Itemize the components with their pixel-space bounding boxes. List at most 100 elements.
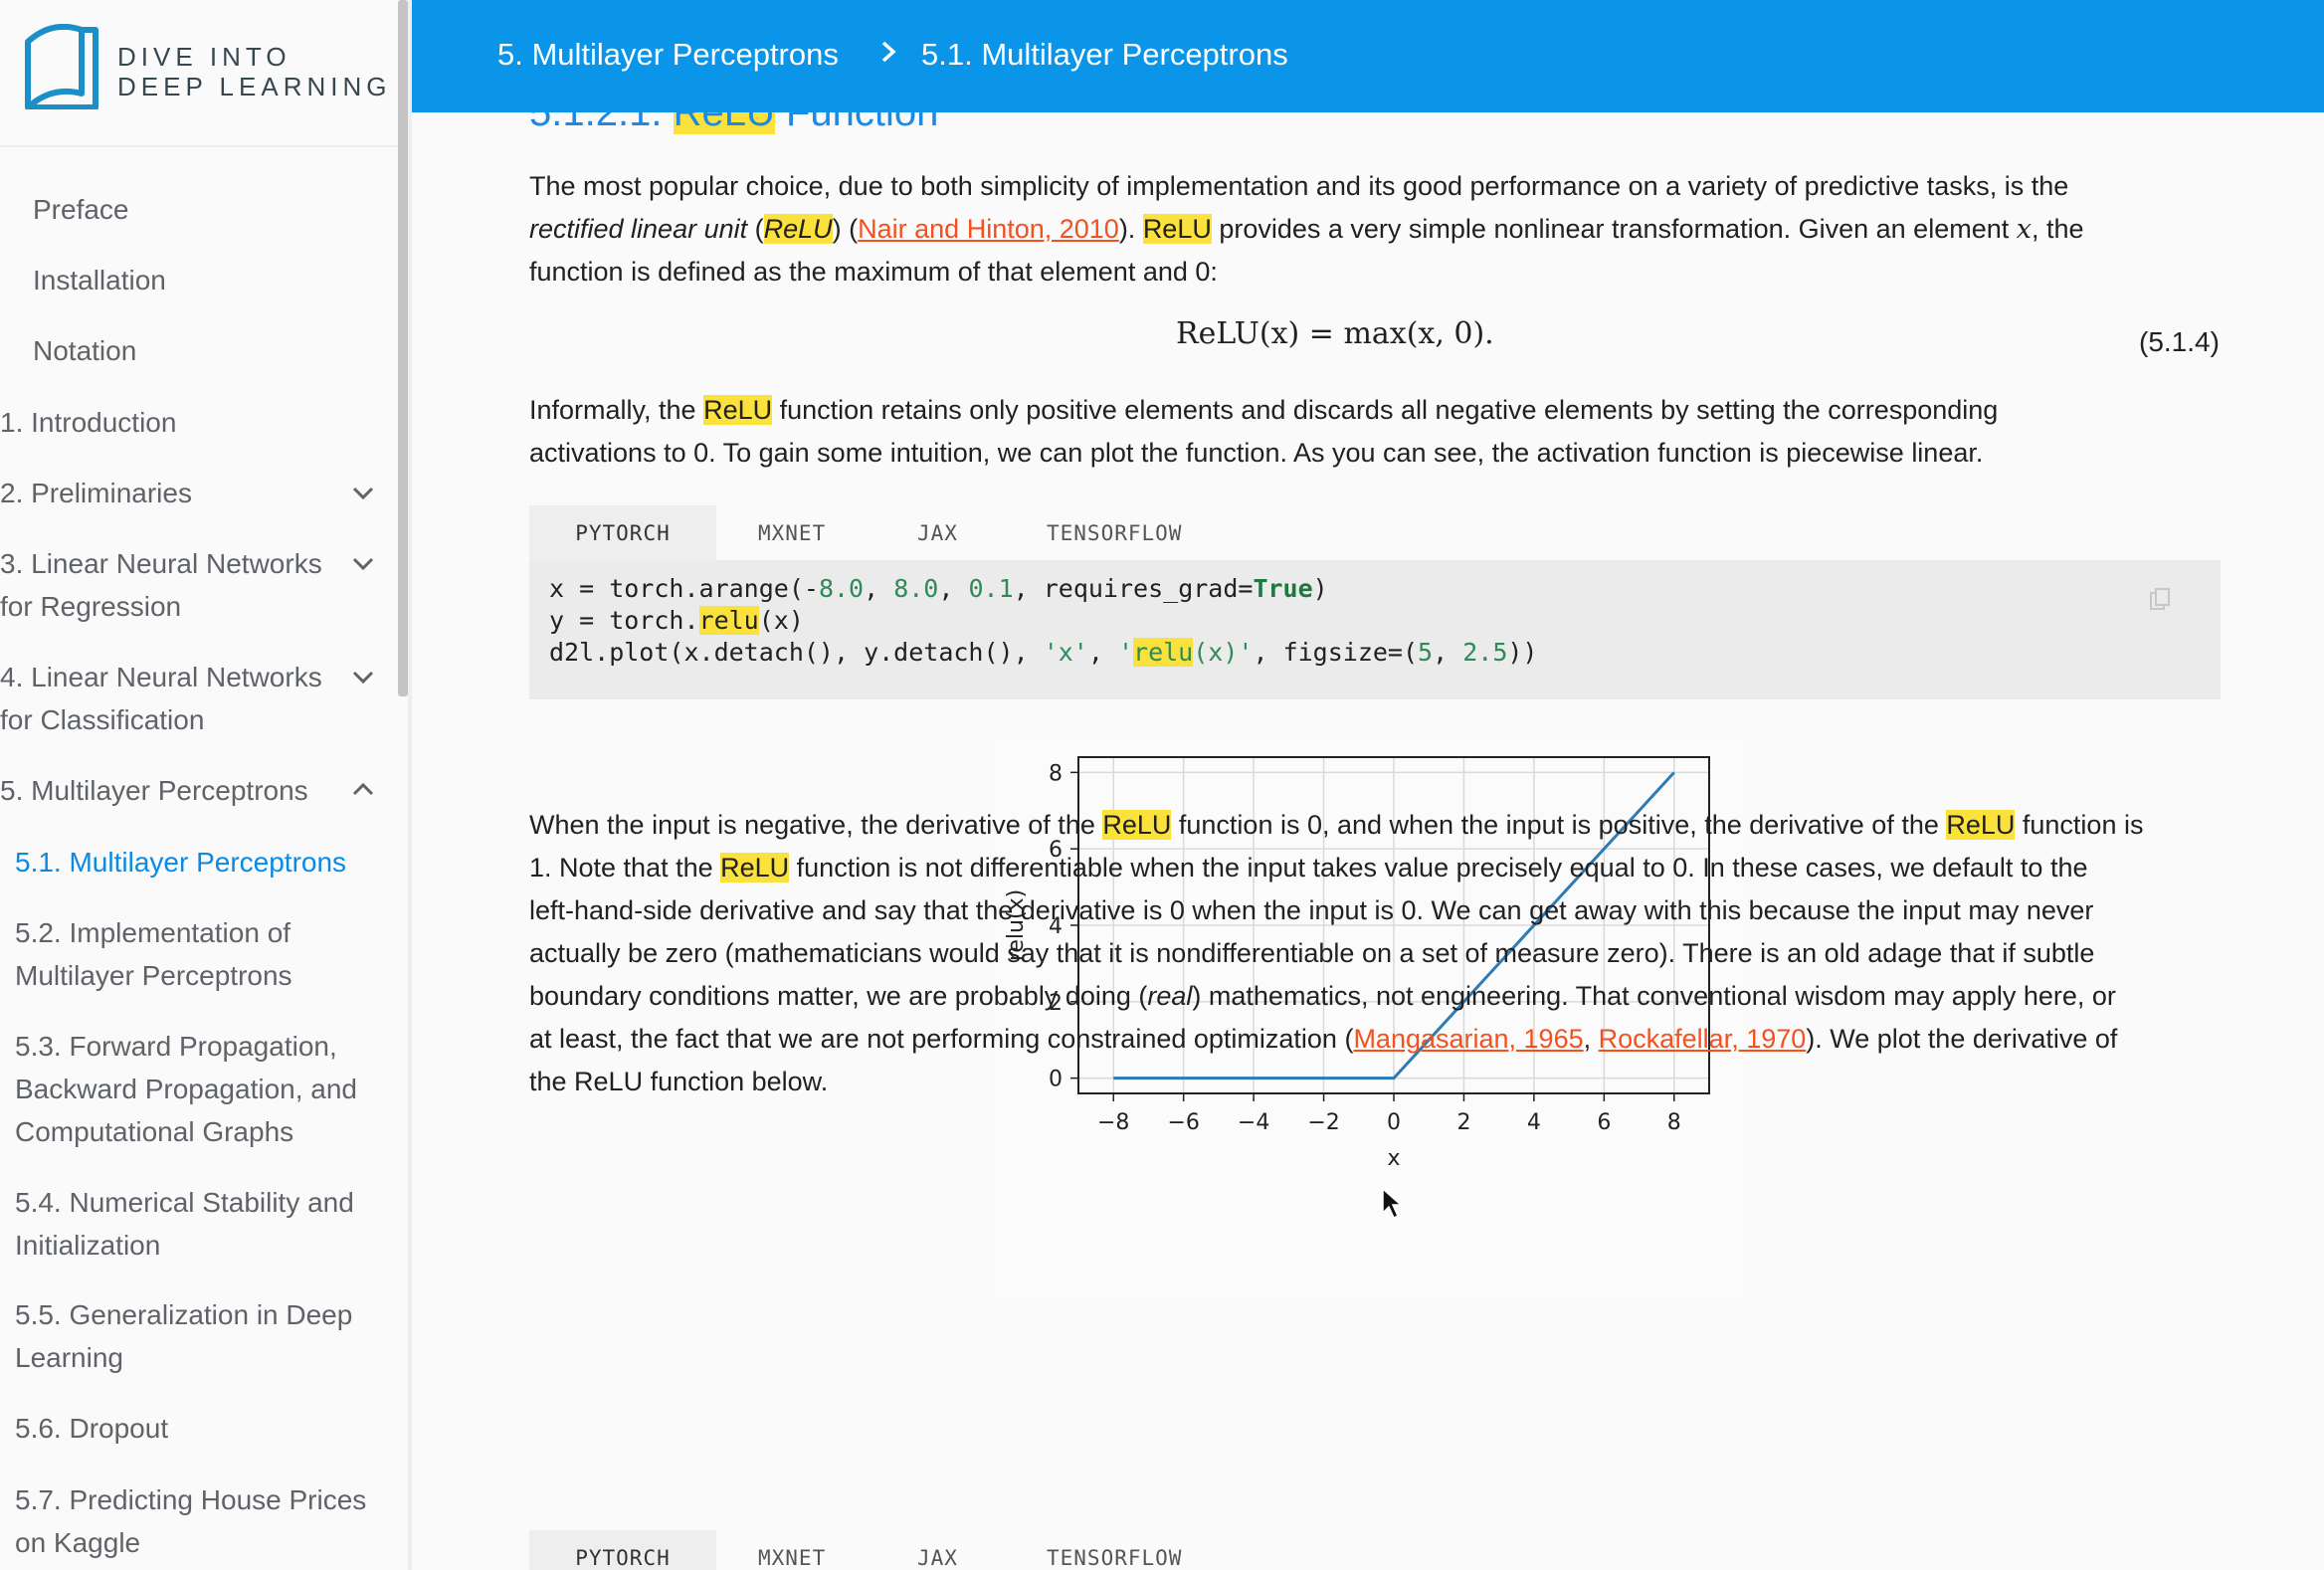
sidebar-scrollbar[interactable] bbox=[398, 0, 408, 696]
code-highlight: relu bbox=[1133, 638, 1194, 667]
code: d2l.plot(x.detach(), y.detach(), bbox=[549, 638, 1044, 667]
nav-item-5-2[interactable]: 5.2. Implementation of Multilayer Percep… bbox=[15, 911, 403, 997]
logo-line1: DIVE INTO bbox=[117, 42, 291, 72]
tab-tensorflow[interactable]: TENSORFLOW bbox=[1047, 505, 1182, 561]
nav-label: 1. Introduction bbox=[0, 407, 177, 438]
nav-item-5-3[interactable]: 5.3. Forward Propagation, Backward Propa… bbox=[15, 1025, 403, 1153]
x-tick-label: 8 bbox=[1667, 1110, 1681, 1135]
nav-label: on Kaggle bbox=[15, 1527, 141, 1558]
text-line: Informally, the ReLU function retains on… bbox=[529, 389, 2221, 432]
paragraph-informally: Informally, the ReLU function retains on… bbox=[529, 389, 2221, 475]
tab-tensorflow[interactable]: TENSORFLOW bbox=[1047, 1530, 1182, 1570]
x-tick-label: −4 bbox=[1238, 1110, 1269, 1135]
nav-item-preliminaries[interactable]: 2. Preliminaries bbox=[0, 472, 388, 514]
highlight: ReLU bbox=[720, 853, 790, 883]
nav-label: Initialization bbox=[15, 1230, 161, 1261]
text-line: The most popular choice, due to both sim… bbox=[529, 171, 2069, 201]
code-number: 0.1 bbox=[968, 574, 1014, 603]
tab-mxnet[interactable]: MXNET bbox=[758, 505, 826, 561]
code-string: 'x' bbox=[1043, 638, 1088, 667]
top-bar: 5. Multilayer Perceptrons 5.1. Multilaye… bbox=[412, 0, 2324, 112]
text: ). We plot the derivative of bbox=[1806, 1024, 2118, 1054]
emphasis: rectified linear unit bbox=[529, 214, 748, 244]
highlight: ReLU bbox=[703, 395, 773, 425]
text-line: left-hand-side derivative and say that t… bbox=[529, 895, 2094, 925]
y-tick-label: 8 bbox=[1049, 761, 1063, 786]
code-tabs: PYTORCH MXNET JAX TENSORFLOW bbox=[529, 505, 2221, 565]
text: , bbox=[1583, 1024, 1599, 1054]
nav-item-5-6[interactable]: 5.6. Dropout bbox=[15, 1407, 403, 1450]
text-line: at least, the fact that we are not perfo… bbox=[529, 1018, 2221, 1061]
code-number: 2.5 bbox=[1462, 638, 1508, 667]
title-prefix: 5.1.2.1. bbox=[529, 112, 674, 134]
code: , bbox=[938, 574, 969, 603]
code-number: 5 bbox=[1418, 638, 1434, 667]
nav-item-installation[interactable]: Installation bbox=[33, 259, 421, 301]
tab-pytorch[interactable]: PYTORCH bbox=[529, 505, 716, 565]
chevron-down-icon[interactable] bbox=[350, 550, 376, 576]
title-highlight: ReLU bbox=[673, 112, 775, 134]
sidebar: DIVE INTO DEEP LEARNING Preface Installa… bbox=[0, 0, 402, 1570]
tab-jax[interactable]: JAX bbox=[917, 1530, 958, 1570]
nav-item-multilayer-perceptrons[interactable]: 5. Multilayer Perceptrons bbox=[0, 769, 388, 812]
text: ( bbox=[747, 214, 764, 244]
highlight: ReLU bbox=[1142, 214, 1212, 244]
citation-link[interactable]: Mangasarian, 1965 bbox=[1353, 1024, 1583, 1054]
text-line: When the input is negative, the derivati… bbox=[529, 804, 2221, 847]
code-line: x = torch.arange(-8.0, 8.0, 0.1, require… bbox=[549, 574, 1328, 603]
chevron-down-icon[interactable] bbox=[350, 480, 376, 505]
nav-item-preface[interactable]: Preface bbox=[33, 188, 421, 231]
code: , bbox=[1433, 638, 1463, 667]
chevron-up-icon[interactable] bbox=[350, 777, 376, 803]
code: y = torch. bbox=[549, 606, 699, 635]
tab-mxnet[interactable]: MXNET bbox=[758, 1530, 826, 1570]
code-number: 8.0 bbox=[893, 574, 939, 603]
copy-icon[interactable] bbox=[2149, 588, 2171, 612]
nav-label: 5.1. Multilayer Perceptrons bbox=[15, 847, 347, 878]
nav-item-5-7[interactable]: 5.7. Predicting House Prices on Kaggle bbox=[15, 1478, 403, 1564]
nav-label: 5.3. Forward Propagation, bbox=[15, 1031, 337, 1062]
divider bbox=[0, 145, 398, 147]
citation-link[interactable]: Rockafellar, 1970 bbox=[1599, 1024, 1807, 1054]
logo-line2: DEEP LEARNING bbox=[117, 72, 392, 101]
x-tick-label: 2 bbox=[1456, 1110, 1470, 1135]
emphasis: real bbox=[1147, 981, 1193, 1011]
tab-jax[interactable]: JAX bbox=[917, 505, 958, 561]
title-suffix: Function bbox=[774, 112, 939, 134]
nav-item-5-1[interactable]: 5.1. Multilayer Perceptrons bbox=[15, 841, 403, 883]
tab-pytorch[interactable]: PYTORCH bbox=[529, 1530, 716, 1570]
nav-item-notation[interactable]: Notation bbox=[33, 329, 421, 372]
breadcrumb-chapter[interactable]: 5. Multilayer Perceptrons bbox=[497, 37, 839, 73]
logo[interactable]: DIVE INTO DEEP LEARNING bbox=[20, 22, 398, 117]
nav-item-5-5[interactable]: 5.5. Generalization in Deep Learning bbox=[15, 1293, 403, 1379]
text: When the input is negative, the derivati… bbox=[529, 810, 1103, 840]
nav-item-linear-classification[interactable]: 4. Linear Neural Networks for Classifica… bbox=[0, 656, 388, 741]
logo-text: DIVE INTO DEEP LEARNING bbox=[117, 42, 391, 101]
text: ) ( bbox=[832, 214, 859, 244]
breadcrumb-section[interactable]: 5.1. Multilayer Perceptrons bbox=[921, 37, 1288, 73]
code: , figsize=( bbox=[1253, 638, 1419, 667]
text: function is 0, and when the input is pos… bbox=[1171, 810, 1947, 840]
text: function retains only positive elements … bbox=[772, 395, 1999, 425]
citation-link[interactable]: Nair and Hinton, 2010 bbox=[858, 214, 1119, 244]
code: x = torch.arange(- bbox=[549, 574, 819, 603]
text: ) mathematics, not engineering. That con… bbox=[1192, 981, 2116, 1011]
nav-label: 5. Multilayer Perceptrons bbox=[0, 775, 308, 806]
text: 1. Note that the bbox=[529, 853, 721, 883]
code-number: 8.0 bbox=[818, 574, 865, 603]
code-block[interactable]: x = torch.arange(-8.0, 8.0, 0.1, require… bbox=[529, 560, 2221, 699]
nav-label: 5.2. Implementation of bbox=[15, 917, 291, 948]
nav-label: 5.5. Generalization in Deep bbox=[15, 1299, 353, 1330]
nav-label: Learning bbox=[15, 1342, 123, 1373]
section-title: 5.1.2.1. ReLU Function bbox=[529, 112, 938, 135]
text-line: 1. Note that the ReLU function is not di… bbox=[529, 847, 2221, 889]
text: at least, the fact that we are not perfo… bbox=[529, 1024, 1354, 1054]
nav-item-introduction[interactable]: 1. Introduction bbox=[0, 401, 388, 444]
code-keyword: True bbox=[1253, 574, 1313, 603]
nav-label: for Regression bbox=[0, 591, 182, 622]
nav-label: Backward Propagation, and bbox=[15, 1074, 357, 1104]
x-tick-label: 6 bbox=[1597, 1110, 1611, 1135]
nav-item-linear-regression[interactable]: 3. Linear Neural Networks for Regression bbox=[0, 542, 388, 628]
nav-item-5-4[interactable]: 5.4. Numerical Stability and Initializat… bbox=[15, 1181, 403, 1267]
chevron-down-icon[interactable] bbox=[350, 664, 376, 689]
